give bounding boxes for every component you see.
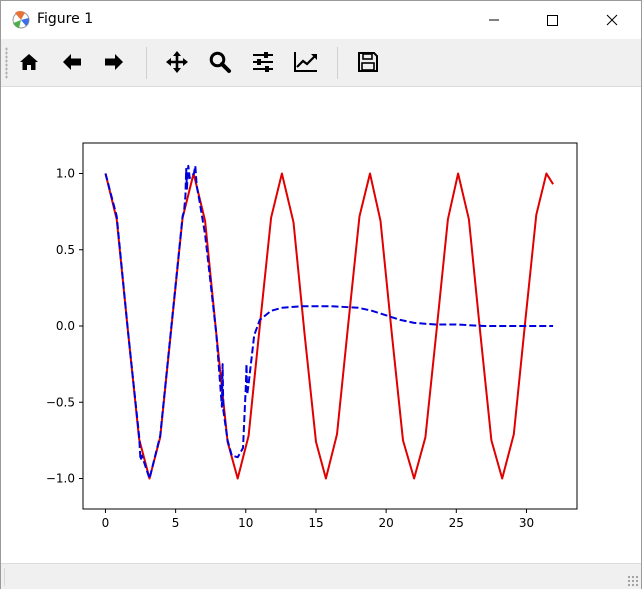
x-tick-label: 25 bbox=[449, 516, 464, 530]
zoom-icon bbox=[209, 51, 231, 73]
zoom-button[interactable] bbox=[203, 45, 237, 79]
maximize-icon bbox=[547, 15, 558, 26]
forward-button[interactable] bbox=[97, 45, 131, 79]
figure-window: Figure 1 0 5 10 15 20 25 30 1.0 0.5 0.0 … bbox=[0, 0, 642, 589]
toolbar-grip[interactable] bbox=[5, 47, 8, 79]
x-tick-label: 5 bbox=[172, 516, 180, 530]
pan-button[interactable] bbox=[160, 45, 194, 79]
x-tick-label: 20 bbox=[378, 516, 393, 530]
status-bar bbox=[1, 563, 641, 589]
home-icon bbox=[20, 54, 38, 70]
configure-subplots-button[interactable] bbox=[246, 45, 280, 79]
sliders-icon bbox=[253, 52, 273, 72]
resize-grip[interactable] bbox=[627, 575, 639, 587]
y-tick-label: 1.0 bbox=[56, 167, 75, 181]
arrow-right-icon bbox=[105, 54, 123, 70]
minimize-button[interactable] bbox=[471, 1, 517, 39]
window-title: Figure 1 bbox=[37, 11, 94, 27]
save-button[interactable] bbox=[351, 45, 385, 79]
close-button[interactable] bbox=[589, 1, 635, 39]
series-line-2 bbox=[104, 164, 554, 480]
maximize-button[interactable] bbox=[529, 1, 575, 39]
save-icon bbox=[358, 52, 378, 72]
plot-canvas[interactable]: 0 5 10 15 20 25 30 1.0 0.5 0.0 −0.5 −1.0 bbox=[1, 87, 641, 562]
ticks-layer: 0 5 10 15 20 25 30 1.0 0.5 0.0 −0.5 −1.0 bbox=[46, 167, 534, 531]
x-tick-label: 30 bbox=[519, 516, 534, 530]
x-tick-label: 10 bbox=[238, 516, 253, 530]
x-tick-label: 15 bbox=[308, 516, 323, 530]
status-message bbox=[4, 568, 635, 586]
x-tick-label: 0 bbox=[102, 516, 110, 530]
series-layer bbox=[104, 164, 554, 480]
chart-line-icon bbox=[294, 52, 317, 72]
y-tick-label: −1.0 bbox=[46, 472, 75, 486]
edit-axis-button[interactable] bbox=[289, 45, 323, 79]
back-button[interactable] bbox=[55, 45, 89, 79]
home-button[interactable] bbox=[12, 45, 46, 79]
toolbar-separator bbox=[337, 47, 338, 79]
toolbar-separator bbox=[146, 47, 147, 79]
y-tick-label: −0.5 bbox=[46, 395, 75, 409]
move-icon bbox=[166, 51, 188, 73]
figure-canvas[interactable]: 0 5 10 15 20 25 30 1.0 0.5 0.0 −0.5 −1.0 bbox=[1, 87, 641, 562]
arrow-left-icon bbox=[63, 54, 81, 70]
navigation-toolbar bbox=[1, 39, 641, 87]
y-tick-label: 0.0 bbox=[56, 319, 75, 333]
matplotlib-app-icon bbox=[12, 10, 30, 29]
close-icon bbox=[606, 14, 618, 26]
title-bar[interactable]: Figure 1 bbox=[1, 1, 641, 39]
minimize-icon bbox=[489, 19, 499, 21]
y-tick-label: 0.5 bbox=[56, 243, 75, 257]
